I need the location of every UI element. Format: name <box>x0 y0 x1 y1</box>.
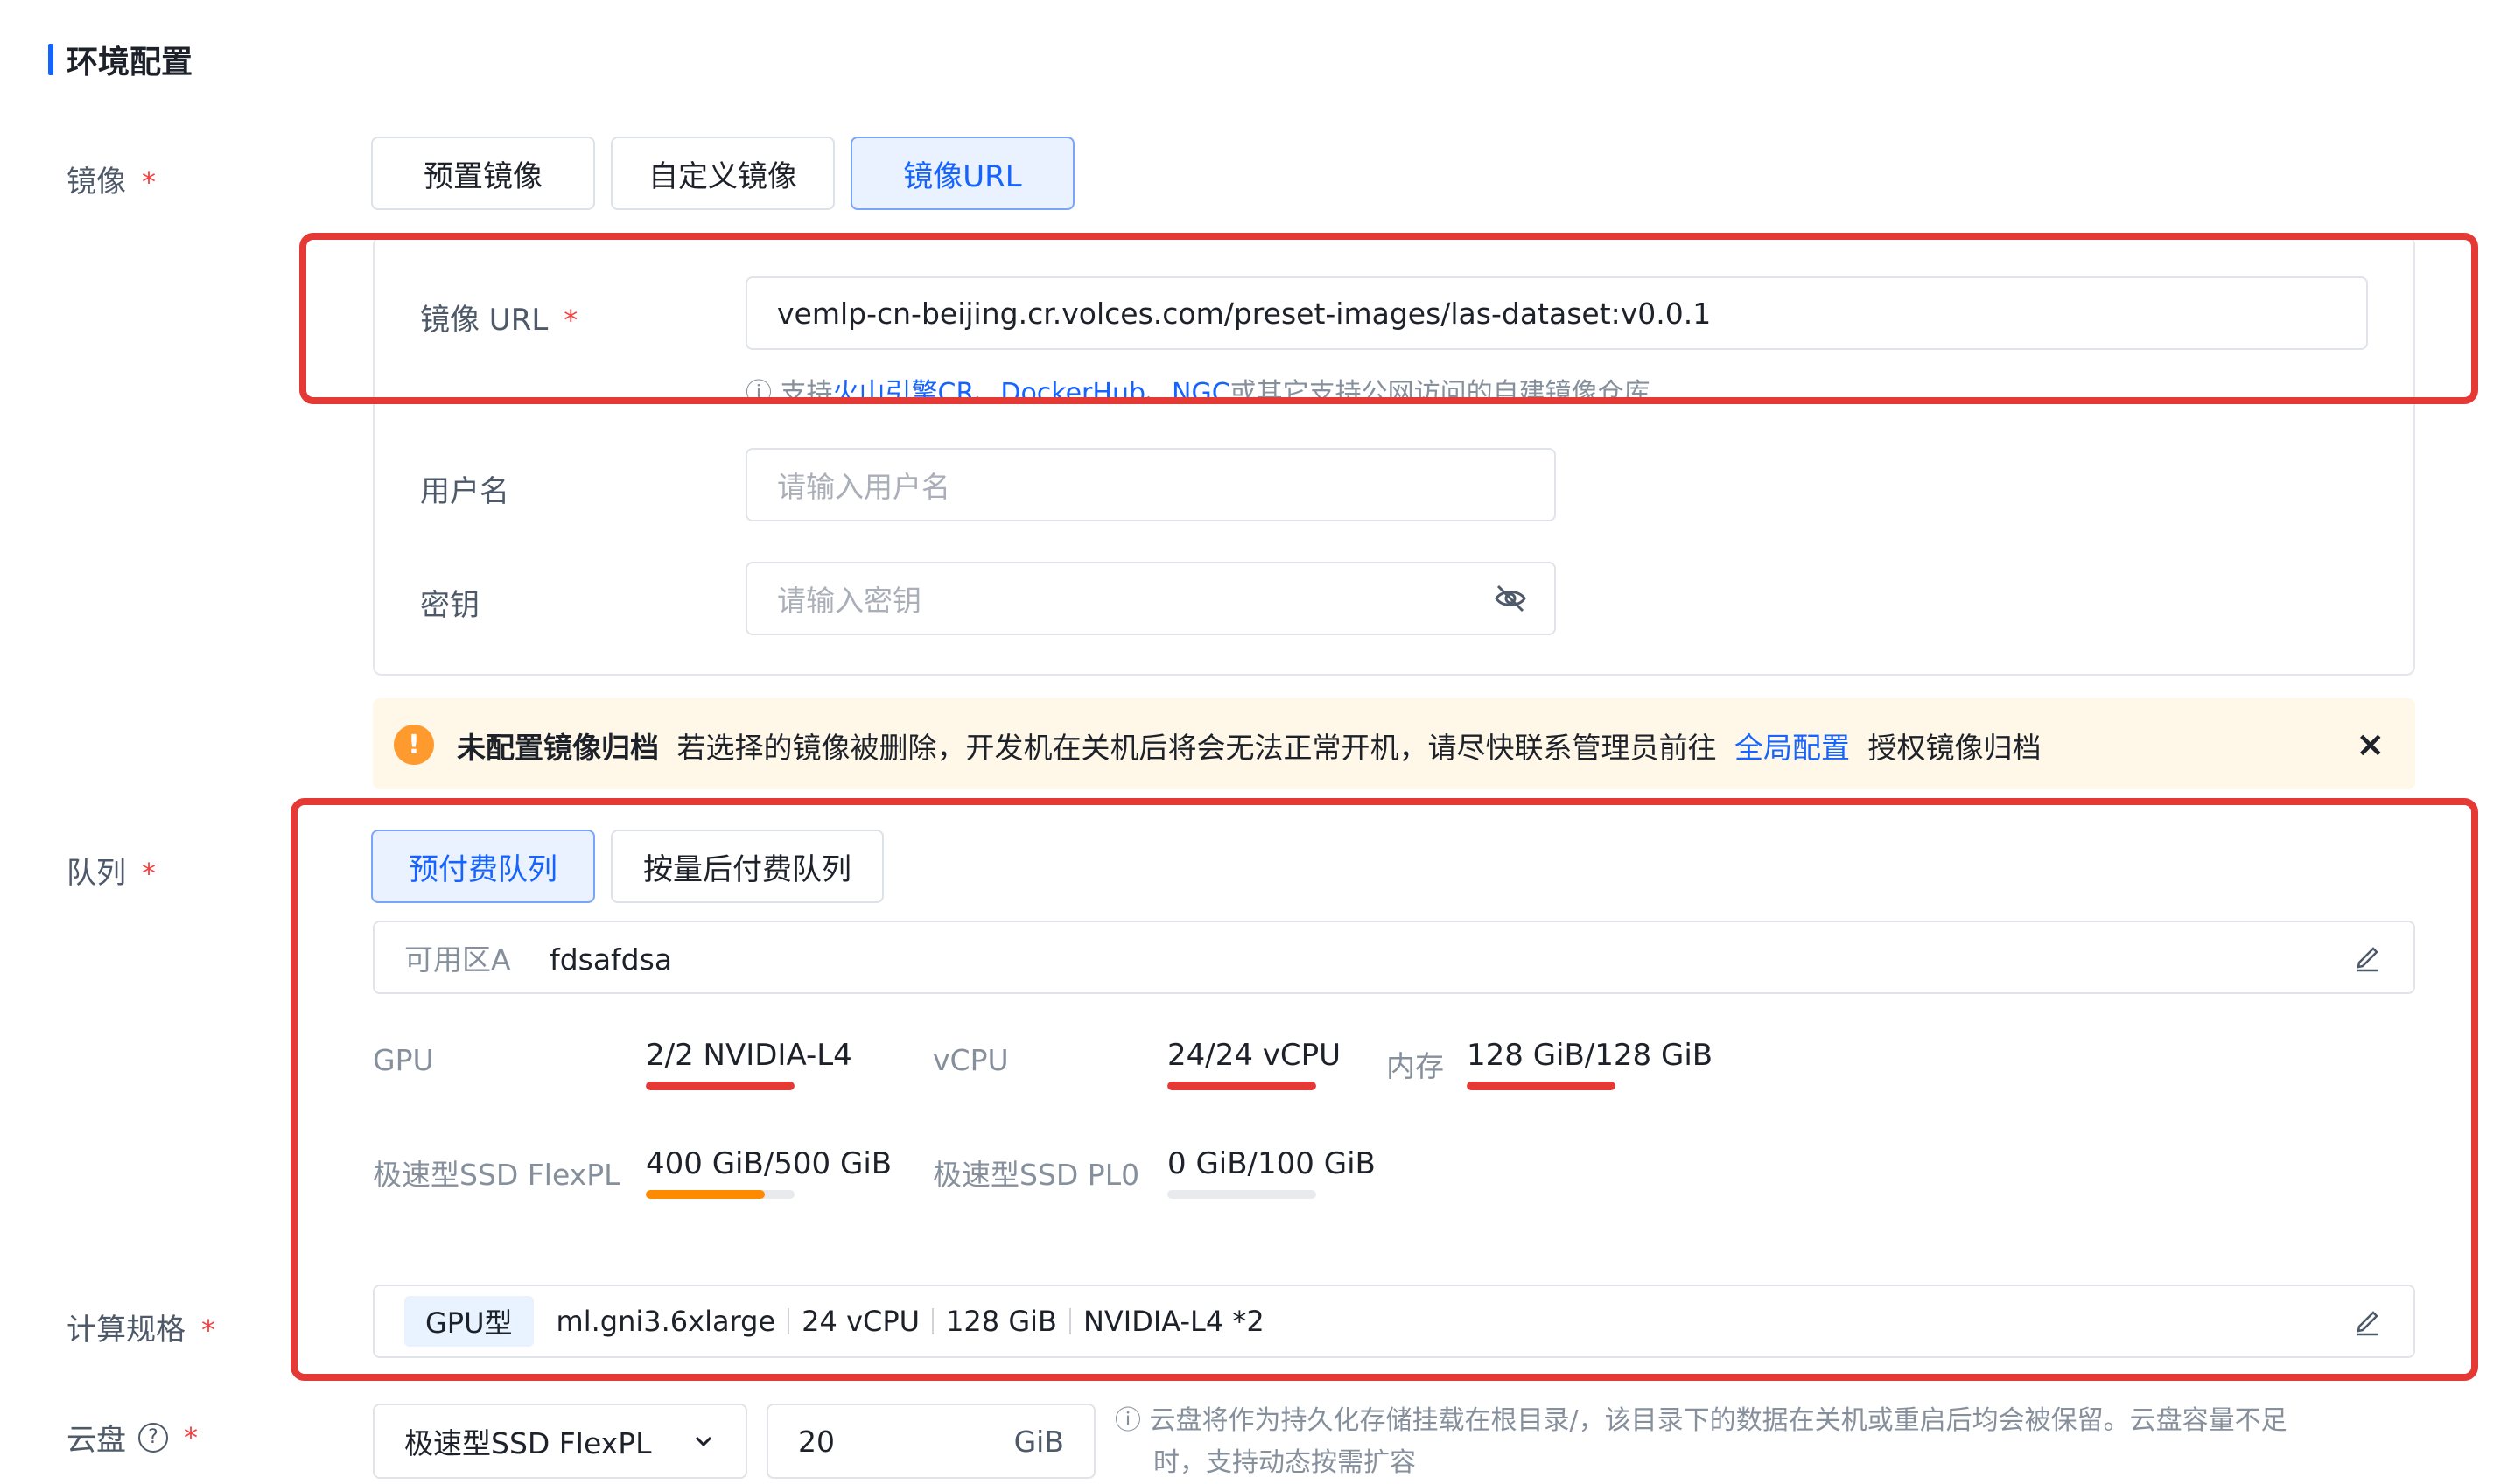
help-icon[interactable]: ? <box>138 1422 168 1452</box>
highlight-box-image-url <box>299 233 2478 404</box>
disk-size-unit: GiB <box>1013 1424 1064 1459</box>
warning-text: 未配置镜像归档 若选择的镜像被删除，开发机在关机后将会无法正常开机，请尽快联系管… <box>457 724 2042 766</box>
section-title: 环境配置 <box>67 45 193 80</box>
disk-type-value: 极速型SSD FlexPL <box>404 1426 652 1460</box>
chevron-down-icon <box>695 1436 712 1447</box>
disk-size-input[interactable]: 20 GiB <box>767 1404 1096 1479</box>
secret-placeholder: 请输入密钥 <box>777 584 921 618</box>
required-mark: * <box>142 857 156 890</box>
warning-icon: ! <box>394 724 434 765</box>
info-icon: ⓘ <box>1115 1405 1150 1436</box>
username-input[interactable]: 请输入用户名 <box>746 448 1556 522</box>
warning-suffix: 授权镜像归档 <box>1867 731 2042 765</box>
disk-label-text: 云盘 <box>67 1423 126 1458</box>
global-config-link[interactable]: 全局配置 <box>1734 731 1850 765</box>
tab-preset-image[interactable]: 预置镜像 <box>371 136 595 210</box>
username-label: 用户名 <box>420 474 509 509</box>
warning-title: 未配置镜像归档 <box>457 731 659 765</box>
required-mark: * <box>184 1420 198 1454</box>
tab-image-url[interactable]: 镜像URL <box>851 136 1075 210</box>
close-icon[interactable]: × <box>2356 724 2385 765</box>
disk-hint: ⓘ 云盘将作为持久化存储挂载在根目录/，该目录下的数据在关机或重启后均会被保留。… <box>1115 1400 2287 1484</box>
spec-label: 计算规格 * <box>67 1306 215 1348</box>
image-label: 镜像 * <box>67 158 156 200</box>
disk-hint-line1-text: 云盘将作为持久化存储挂载在根目录/，该目录下的数据在关机或重启后均会被保留。云盘… <box>1149 1405 2287 1436</box>
queue-label: 队列 * <box>67 849 156 892</box>
secret-input[interactable]: 请输入密钥 <box>746 562 1556 635</box>
tab-custom-image[interactable]: 自定义镜像 <box>611 136 835 210</box>
section-accent-bar <box>48 44 53 75</box>
eye-hidden-icon[interactable] <box>1493 581 1528 616</box>
disk-hint-line1: ⓘ 云盘将作为持久化存储挂载在根目录/，该目录下的数据在关机或重启后均会被保留。… <box>1115 1400 2287 1442</box>
disk-size-value: 20 <box>798 1424 835 1459</box>
disk-hint-line2: 时，支持动态按需扩容 <box>1153 1447 1416 1478</box>
disk-label: 云盘 ? * <box>67 1416 198 1459</box>
warning-body: 若选择的镜像被删除，开发机在关机后将会无法正常开机，请尽快联系管理员前往 <box>676 731 1717 765</box>
disk-type-select[interactable]: 极速型SSD FlexPL <box>373 1404 747 1479</box>
required-mark: * <box>142 165 156 199</box>
secret-label: 密钥 <box>420 588 480 623</box>
spec-label-text: 计算规格 <box>67 1312 186 1348</box>
highlight-box-queue-spec <box>291 798 2478 1381</box>
image-label-text: 镜像 <box>67 164 126 200</box>
required-mark: * <box>201 1313 215 1347</box>
queue-label-text: 队列 <box>67 856 126 891</box>
